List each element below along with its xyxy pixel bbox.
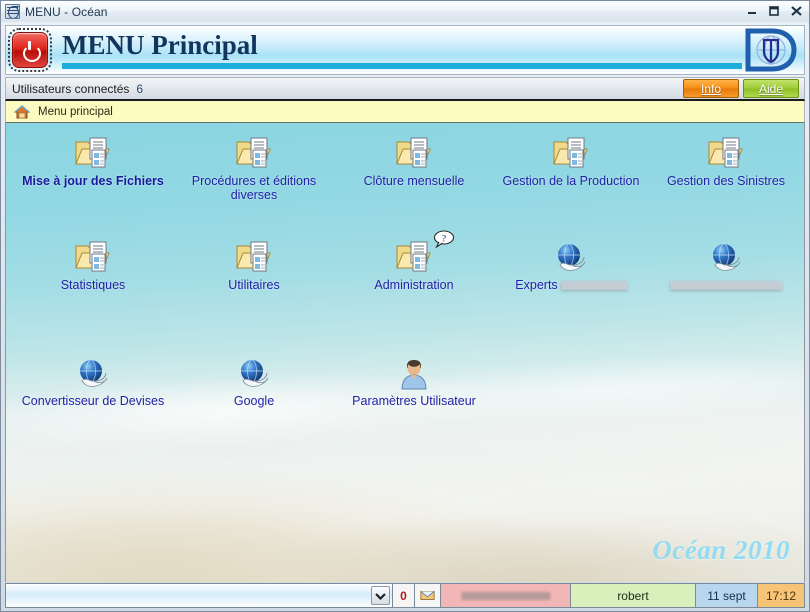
desktop-item[interactable]: Google bbox=[179, 351, 329, 408]
minimize-button[interactable] bbox=[742, 3, 762, 19]
status-combo-input[interactable] bbox=[5, 583, 393, 608]
desktop-item-label: Gestion des Sinistres bbox=[666, 174, 786, 188]
browser-globe-icon bbox=[18, 351, 168, 391]
desktop-item[interactable]: Clôture mensuelle bbox=[339, 131, 489, 188]
desktop-item-label: Administration bbox=[374, 278, 454, 292]
folder-documents-icon bbox=[179, 131, 329, 171]
title-bar: MENU - Océan bbox=[1, 1, 809, 22]
redacted-label bbox=[670, 281, 782, 291]
desktop-item[interactable]: Gestion de la Production bbox=[496, 131, 646, 188]
desktop-item[interactable]: Convertisseur de Devises bbox=[18, 351, 168, 408]
desktop-item-label: Clôture mensuelle bbox=[363, 174, 465, 188]
desktop-item[interactable]: ? Administration bbox=[339, 230, 489, 292]
browser-globe-icon bbox=[496, 235, 646, 275]
breadcrumb: Menu principal bbox=[5, 101, 805, 123]
desktop-area: Mise à jour des Fichiers Procédures et é… bbox=[5, 123, 805, 582]
desktop-item-label: Utilitaires bbox=[228, 278, 280, 292]
info-button[interactable]: Info bbox=[683, 79, 739, 98]
status-bar: 0 robert 11 sept 17:12 bbox=[5, 583, 805, 608]
status-date: 11 sept bbox=[696, 583, 758, 608]
globe-grid-icon bbox=[5, 4, 20, 19]
window-title: MENU - Océan bbox=[25, 4, 108, 19]
browser-globe-icon bbox=[651, 235, 801, 275]
desktop-item[interactable]: Procédures et éditions diverses bbox=[179, 131, 329, 202]
desktop-item-label: Procédures et éditions diverses bbox=[191, 174, 317, 202]
close-button[interactable] bbox=[786, 3, 806, 19]
info-button-label: Info bbox=[700, 81, 721, 96]
redacted-label bbox=[560, 281, 627, 291]
mail-icon[interactable] bbox=[415, 583, 441, 608]
connected-users-count: 6 bbox=[136, 81, 144, 96]
desktop-item-label bbox=[651, 278, 801, 292]
connected-users-label: Utilisateurs connectés bbox=[12, 81, 130, 96]
header-accent-rule bbox=[62, 62, 742, 69]
folder-documents-icon: ? bbox=[339, 230, 489, 275]
desktop-item-label: Mise à jour des Fichiers bbox=[22, 174, 164, 188]
window-controls bbox=[742, 3, 806, 19]
desktop-item-label: Convertisseur de Devises bbox=[21, 394, 165, 408]
desktop-item[interactable]: Gestion des Sinistres bbox=[651, 131, 801, 188]
home-icon bbox=[13, 104, 31, 119]
folder-documents-icon bbox=[18, 131, 168, 171]
page-title: MENU Principal bbox=[62, 29, 258, 60]
app-header: MENU Principal bbox=[5, 25, 805, 75]
header-title-area: MENU Principal bbox=[62, 26, 742, 74]
desktop-item-label: Google bbox=[233, 394, 275, 408]
desktop-item-label: Paramètres Utilisateur bbox=[352, 394, 476, 408]
desktop-item[interactable]: Experts bbox=[496, 235, 646, 292]
chevron-down-icon[interactable] bbox=[371, 586, 390, 605]
svg-text:?: ? bbox=[442, 235, 446, 245]
desktop-item[interactable] bbox=[651, 235, 801, 292]
power-exit-button[interactable] bbox=[8, 28, 52, 72]
desktop-icon-grid: Mise à jour des Fichiers Procédures et é… bbox=[6, 123, 804, 582]
redacted-bar bbox=[461, 591, 550, 600]
header-action-buttons: Info Aide bbox=[683, 79, 799, 98]
status-username: robert bbox=[571, 583, 696, 608]
ocean-watermark: Océan 2010 bbox=[652, 535, 790, 565]
folder-documents-icon bbox=[496, 131, 646, 171]
status-redacted-field bbox=[441, 583, 571, 608]
desktop-item-label: Statistiques bbox=[60, 278, 126, 292]
application-window: MENU - Océan MENU Principal Utilisateurs… bbox=[0, 0, 810, 612]
aide-button[interactable]: Aide bbox=[743, 79, 799, 98]
maximize-button[interactable] bbox=[764, 3, 784, 19]
breadcrumb-label: Menu principal bbox=[38, 105, 113, 118]
browser-globe-icon bbox=[179, 351, 329, 391]
aide-button-label: Aide bbox=[758, 81, 784, 96]
status-count: 0 bbox=[393, 583, 415, 608]
folder-documents-icon bbox=[651, 131, 801, 171]
connected-users-bar: Utilisateurs connectés 6 Info Aide bbox=[5, 77, 805, 101]
desktop-item-label: Experts bbox=[496, 278, 646, 292]
power-icon bbox=[22, 41, 38, 58]
folder-documents-icon bbox=[18, 235, 168, 275]
status-time: 17:12 bbox=[758, 583, 805, 608]
ocean-d-shield-logo bbox=[742, 28, 798, 72]
desktop-item[interactable]: Mise à jour des Fichiers bbox=[18, 131, 168, 188]
desktop-item[interactable]: Utilitaires bbox=[179, 235, 329, 292]
question-bubble-icon: ? bbox=[433, 230, 455, 249]
folder-documents-icon bbox=[179, 235, 329, 275]
desktop-item[interactable]: Statistiques bbox=[18, 235, 168, 292]
folder-documents-icon bbox=[339, 131, 489, 171]
desktop-item[interactable]: Paramètres Utilisateur bbox=[339, 351, 489, 408]
user-person-icon bbox=[339, 351, 489, 391]
desktop-item-label: Gestion de la Production bbox=[502, 174, 640, 188]
